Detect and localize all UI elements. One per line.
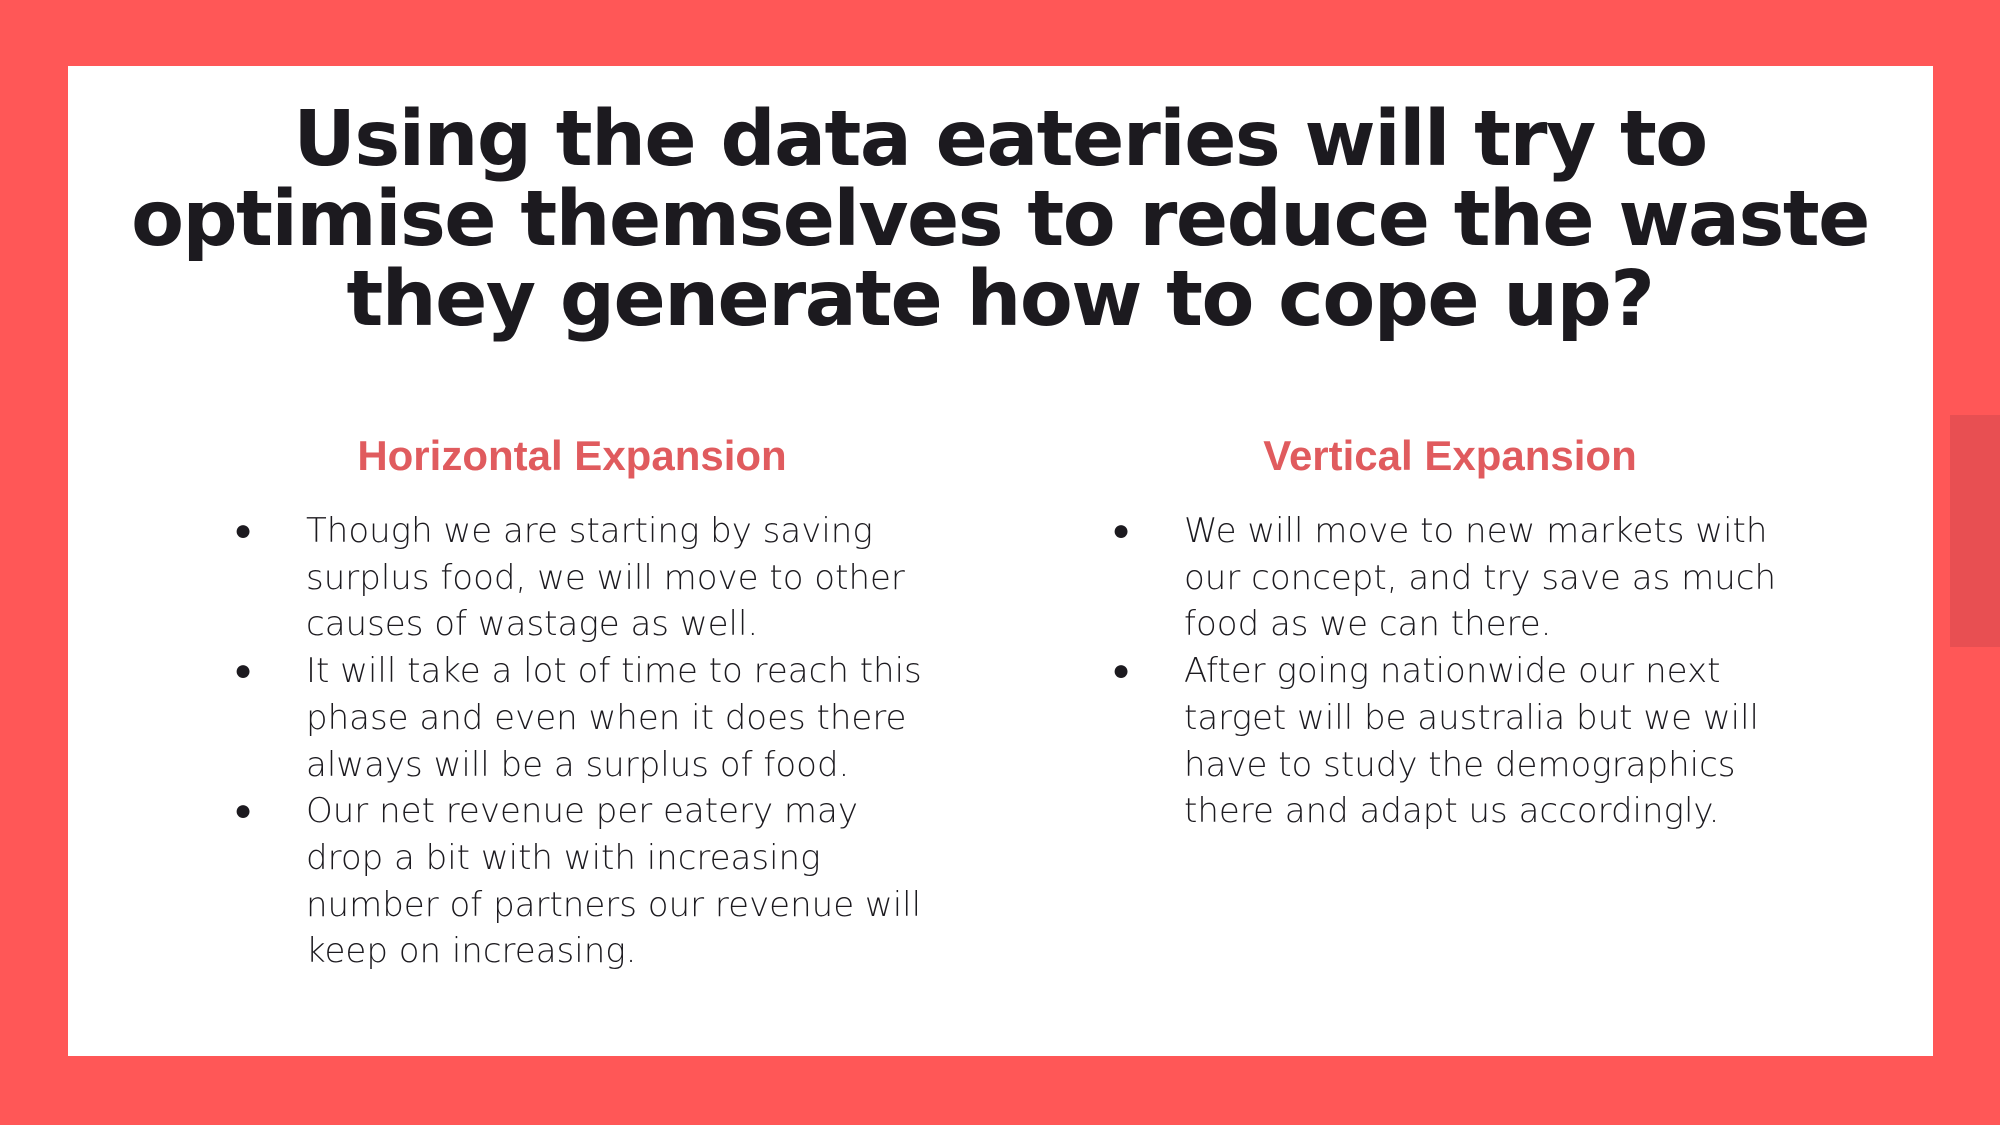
- vertical-expansion-column: Vertical Expansion ● We will move to new…: [1100, 426, 1800, 835]
- list-item-text: We will move to new markets with our con…: [1184, 511, 1776, 645]
- list-item-text: Though we are starting by saving surplus…: [306, 511, 905, 645]
- vertical-expansion-heading: Vertical Expansion: [1263, 432, 1637, 479]
- list-item: ● It will take a lot of time to reach th…: [222, 648, 922, 788]
- list-item: ● Though we are starting by saving surpl…: [222, 508, 922, 648]
- bullet-dot-icon: ●: [234, 793, 253, 829]
- bullet-dot-icon: ●: [234, 653, 253, 689]
- slide-title: Using the data eateries will try to opti…: [131, 95, 1870, 344]
- vertical-expansion-list: ● We will move to new markets with our c…: [1100, 508, 1800, 835]
- list-item: ● Our net revenue per eatery may drop a …: [222, 788, 922, 975]
- horizontal-expansion-list: ● Though we are starting by saving surpl…: [222, 508, 922, 975]
- list-item-text: It will take a lot of time to reach this…: [306, 651, 922, 785]
- bullet-dot-icon: ●: [234, 513, 253, 548]
- bullet-dot-icon: ●: [1112, 513, 1131, 548]
- left-arrow-marker: [68, 528, 104, 596]
- right-side-tab: [1950, 415, 2000, 647]
- list-item: ● We will move to new markets with our c…: [1100, 508, 1800, 648]
- list-item-text: Our net revenue per eatery may drop a bi…: [306, 791, 922, 972]
- list-item: ● After going nationwide our next target…: [1100, 648, 1800, 835]
- horizontal-expansion-column: Horizontal Expansion ● Though we are sta…: [222, 426, 922, 975]
- list-item-text: After going nationwide our next target w…: [1184, 651, 1759, 832]
- bullet-dot-icon: ●: [1112, 653, 1131, 689]
- horizontal-expansion-heading: Horizontal Expansion: [357, 432, 787, 479]
